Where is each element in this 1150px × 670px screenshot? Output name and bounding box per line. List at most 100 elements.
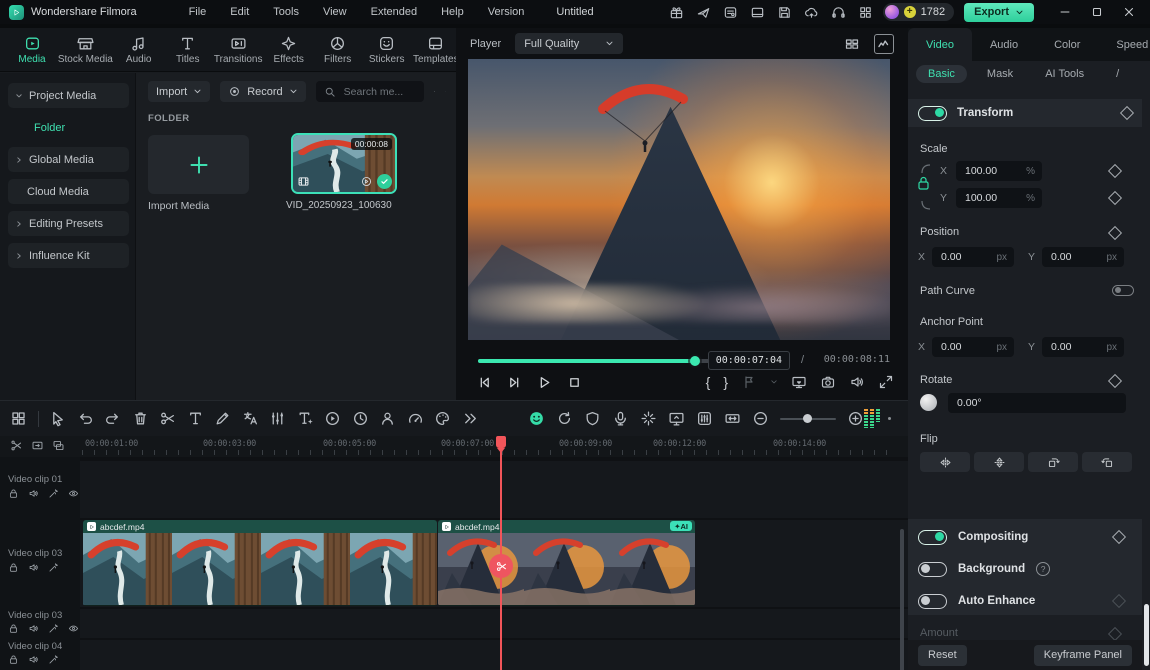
- anchor-y-input[interactable]: [1049, 340, 1102, 354]
- avatar[interactable]: [885, 5, 899, 19]
- tab-templates[interactable]: Templates: [416, 35, 456, 65]
- beat-detect-icon[interactable]: [640, 410, 657, 427]
- text-tool-icon[interactable]: [187, 410, 204, 427]
- anchor-y-field[interactable]: px: [1042, 337, 1124, 357]
- subtab--[interactable]: /: [1104, 65, 1131, 83]
- rotate-knob[interactable]: [920, 394, 937, 411]
- background-toggle[interactable]: [918, 562, 947, 577]
- seek-bar[interactable]: [478, 359, 740, 363]
- scale-x-input[interactable]: [963, 164, 1022, 178]
- rotate-ccw-button[interactable]: [1082, 452, 1132, 472]
- transform-toggle[interactable]: [918, 106, 947, 121]
- keyframe-panel-button[interactable]: Keyframe Panel: [1034, 645, 1132, 666]
- close-button[interactable]: [1122, 5, 1136, 19]
- undo-icon[interactable]: [77, 410, 94, 427]
- transform-keyframe-icon[interactable]: [1120, 106, 1134, 120]
- fit-timeline-icon[interactable]: [724, 410, 741, 427]
- marker-button[interactable]: [741, 374, 757, 390]
- export-button[interactable]: Export: [964, 3, 1034, 22]
- select-tool-icon[interactable]: [49, 410, 66, 427]
- menu-extended[interactable]: Extended: [371, 6, 417, 18]
- tab-stickers[interactable]: Stickers: [367, 35, 407, 65]
- marker-caret-icon[interactable]: [770, 378, 778, 386]
- split-icon[interactable]: [159, 410, 176, 427]
- screen-record-icon[interactable]: [668, 410, 685, 427]
- position-x-input[interactable]: [939, 250, 992, 264]
- sidebar-item-folder[interactable]: Folder: [8, 115, 129, 140]
- media-browser-icon[interactable]: [10, 410, 27, 427]
- ai-clock-icon[interactable]: [352, 410, 369, 427]
- help-icon[interactable]: ?: [1036, 562, 1050, 576]
- compositing-toggle[interactable]: [918, 530, 947, 545]
- timeline-vertical-scrollbar[interactable]: [900, 529, 904, 670]
- fullscreen-button[interactable]: [878, 374, 894, 390]
- menu-edit[interactable]: Edit: [230, 6, 249, 18]
- position-x-field[interactable]: px: [932, 247, 1014, 267]
- auto-enhance-toggle[interactable]: [918, 594, 947, 609]
- task-list-icon[interactable]: [723, 5, 738, 20]
- draw-mask-icon[interactable]: [214, 410, 231, 427]
- menu-help[interactable]: Help: [441, 6, 464, 18]
- track-lock-icon[interactable]: [8, 623, 19, 634]
- more-tools-icon[interactable]: [462, 410, 479, 427]
- playhead-handle[interactable]: [496, 436, 506, 448]
- rotate-keyframe-icon[interactable]: [1108, 374, 1122, 388]
- track-lane[interactable]: [80, 461, 908, 518]
- timeline-ruler[interactable]: 00:00:01:0000:00:03:0000:00:05:0000:00:0…: [0, 436, 908, 457]
- audio-meter-icon[interactable]: [864, 409, 880, 428]
- tab-audio[interactable]: Audio: [119, 35, 159, 65]
- tab-transitions[interactable]: Transitions: [217, 35, 260, 65]
- maximize-button[interactable]: [1090, 5, 1104, 19]
- mark-in-button[interactable]: {: [706, 374, 711, 390]
- zoom-out-icon[interactable]: [752, 410, 769, 427]
- track-volume-icon[interactable]: [28, 488, 39, 499]
- seek-handle[interactable]: [690, 356, 700, 366]
- track-volume-icon[interactable]: [28, 623, 39, 634]
- tab-color[interactable]: Color: [1036, 28, 1098, 61]
- video-preview[interactable]: [468, 59, 890, 340]
- track-eye-icon[interactable]: [68, 623, 79, 634]
- track-wand-icon[interactable]: [48, 488, 59, 499]
- scale-y-input[interactable]: [963, 191, 1022, 205]
- tab-media[interactable]: Media: [12, 35, 52, 65]
- track-lock-icon[interactable]: [8, 562, 19, 573]
- track-wand-icon[interactable]: [48, 562, 59, 573]
- snapshot-button[interactable]: [820, 374, 836, 390]
- split-screen-icon[interactable]: [844, 36, 860, 52]
- apps-grid-icon[interactable]: [858, 5, 873, 20]
- tab-filters[interactable]: Filters: [318, 35, 358, 65]
- split-clip-button[interactable]: [489, 554, 513, 578]
- rotate-field[interactable]: [948, 393, 1126, 413]
- import-media-card[interactable]: [148, 135, 249, 194]
- position-y-input[interactable]: [1049, 250, 1102, 264]
- save-icon[interactable]: [777, 5, 792, 20]
- tab-effects[interactable]: Effects: [269, 35, 309, 65]
- sidebar-item-cloud-media[interactable]: Cloud Media: [8, 179, 129, 204]
- menu-tools[interactable]: Tools: [273, 6, 299, 18]
- zoom-slider[interactable]: [780, 418, 836, 420]
- track-lane[interactable]: [80, 640, 908, 670]
- quality-dropdown[interactable]: Full Quality: [515, 33, 623, 54]
- track-wand-icon[interactable]: [48, 623, 59, 634]
- color-palette-icon[interactable]: [434, 410, 451, 427]
- tab-speed[interactable]: Speed: [1098, 28, 1148, 61]
- subtab-ai-tools[interactable]: AI Tools: [1033, 65, 1096, 83]
- track-eye-icon[interactable]: [68, 488, 79, 499]
- audio-mixer-icon[interactable]: [696, 410, 713, 427]
- import-button[interactable]: Import: [148, 81, 210, 102]
- ai-portrait-icon[interactable]: [379, 410, 396, 427]
- zoom-in-icon[interactable]: [847, 410, 864, 427]
- text-to-speech-icon[interactable]: [297, 410, 314, 427]
- tab-video[interactable]: Video: [908, 28, 972, 61]
- auto-ripple-icon[interactable]: [31, 439, 44, 452]
- record-button[interactable]: Record: [220, 81, 305, 102]
- delete-icon[interactable]: [132, 410, 149, 427]
- voiceover-mic-icon[interactable]: [612, 410, 629, 427]
- gift-icon[interactable]: [669, 5, 684, 20]
- filter-icon[interactable]: [434, 84, 435, 99]
- playhead[interactable]: [500, 436, 502, 670]
- cloud-upload-icon[interactable]: [804, 5, 819, 20]
- tab-titles[interactable]: Titles: [168, 35, 208, 65]
- position-keyframe-icon[interactable]: [1108, 226, 1122, 240]
- track-lock-icon[interactable]: [8, 488, 19, 499]
